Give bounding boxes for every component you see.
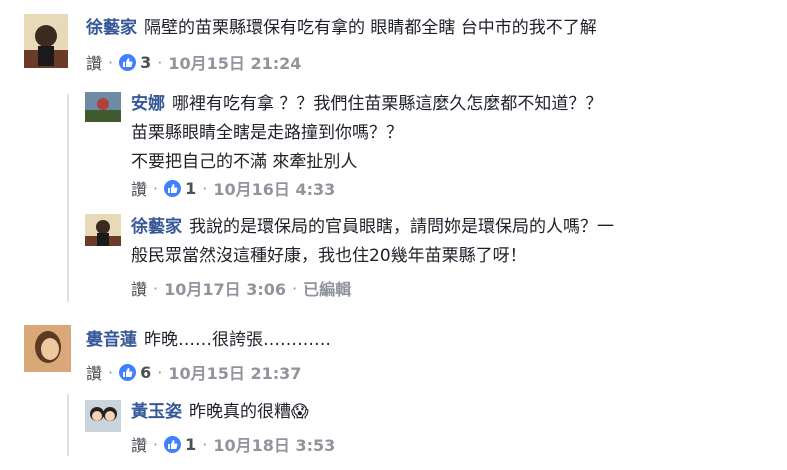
like-button[interactable]: 讚 [86, 50, 102, 74]
comment-text: 徐藝家 我說的是環保局的官員眼瞎，請問妳是環保局的人嗎？一 般民眾當然沒這種好康，… [131, 213, 771, 271]
separator: · [153, 178, 159, 198]
comment-text: 黃玉姿 昨晚真的很糟😱 [131, 398, 771, 427]
comment-text: 安娜 哪裡有吃有拿 ？？我們住苗栗縣這麼久怎麼都不知道？？ 苗栗縣眼睛全瞎是走路撞… [131, 90, 771, 177]
thumbs-up-icon[interactable] [164, 435, 182, 453]
avatar[interactable] [85, 92, 121, 122]
avatar[interactable] [24, 325, 71, 372]
thumbs-up-icon[interactable] [119, 363, 137, 381]
comment-author[interactable]: 婁音蓮 [86, 330, 137, 350]
separator: · [153, 278, 159, 298]
comment-body-line: 般民眾當然沒這種好康，我也住20幾年苗栗縣了呀！ [131, 246, 527, 266]
comment-body: 昨晚……很誇張………… [144, 330, 331, 350]
separator: · [153, 434, 159, 454]
timestamp[interactable]: 10月15日 21:37 [168, 360, 301, 384]
comment-actions: 讚 · 1 · 10月18日 3:53 [131, 432, 335, 456]
reply-thread-line [67, 94, 69, 302]
reaction-count[interactable]: 6 [140, 363, 151, 382]
separator: · [108, 362, 114, 382]
separator: · [157, 52, 163, 72]
comment-author[interactable]: 徐藝家 [131, 217, 182, 237]
timestamp[interactable]: 10月18日 3:53 [213, 432, 335, 456]
edited-label[interactable]: 已編輯 [303, 276, 351, 300]
like-button[interactable]: 讚 [131, 432, 147, 456]
comment-actions: 讚 · 1 · 10月16日 4:33 [131, 176, 335, 200]
comment-author[interactable]: 徐藝家 [86, 18, 137, 38]
separator: · [108, 52, 114, 72]
comment-body: 哪裡有吃有拿 ？？我們住苗栗縣這麼久怎麼都不知道？？ [172, 94, 603, 114]
comment-author[interactable]: 安娜 [131, 94, 165, 114]
like-button[interactable]: 讚 [86, 360, 102, 384]
like-button[interactable]: 讚 [131, 276, 147, 300]
avatar[interactable] [85, 214, 121, 246]
timestamp[interactable]: 10月16日 4:33 [213, 176, 335, 200]
like-button[interactable]: 讚 [131, 176, 147, 200]
timestamp[interactable]: 10月15日 21:24 [168, 50, 301, 74]
reaction-count[interactable]: 1 [185, 179, 196, 198]
thumbs-up-icon[interactable] [164, 179, 182, 197]
comment-author[interactable]: 黃玉姿 [131, 402, 182, 422]
comment-body: 隔壁的苗栗縣環保有吃有拿的 眼睛都全瞎 台中市的我不了解 [144, 18, 597, 38]
screaming-face-icon: 😱 [291, 402, 309, 422]
reaction-count[interactable]: 1 [185, 435, 196, 454]
comment-body-line: 不要把自己的不滿 來牽扯別人 [131, 152, 358, 172]
timestamp[interactable]: 10月17日 3:06 [164, 276, 286, 300]
comment-text: 婁音蓮 昨晚……很誇張………… [86, 326, 776, 355]
separator: · [202, 178, 208, 198]
comment-actions: 讚 · 6 · 10月15日 21:37 [86, 360, 301, 384]
separator: · [157, 362, 163, 382]
thumbs-up-icon[interactable] [119, 53, 137, 71]
reaction-count[interactable]: 3 [140, 53, 151, 72]
comment-actions: 讚 · 10月17日 3:06 · 已編輯 [131, 276, 351, 300]
comment-text: 徐藝家 隔壁的苗栗縣環保有吃有拿的 眼睛都全瞎 台中市的我不了解 [86, 14, 776, 43]
comment-actions: 讚 · 3 · 10月15日 21:24 [86, 50, 301, 74]
avatar[interactable] [85, 400, 121, 432]
comment-body-line: 苗栗縣眼睛全瞎是走路撞到你嗎？？ [131, 123, 403, 143]
reply-thread-line [67, 394, 69, 456]
avatar[interactable] [24, 14, 68, 68]
comment-body: 昨晚真的很糟 [189, 402, 291, 422]
separator: · [292, 278, 298, 298]
separator: · [202, 434, 208, 454]
comment-body: 我說的是環保局的官員眼瞎，請問妳是環保局的人嗎？一 [189, 217, 614, 237]
